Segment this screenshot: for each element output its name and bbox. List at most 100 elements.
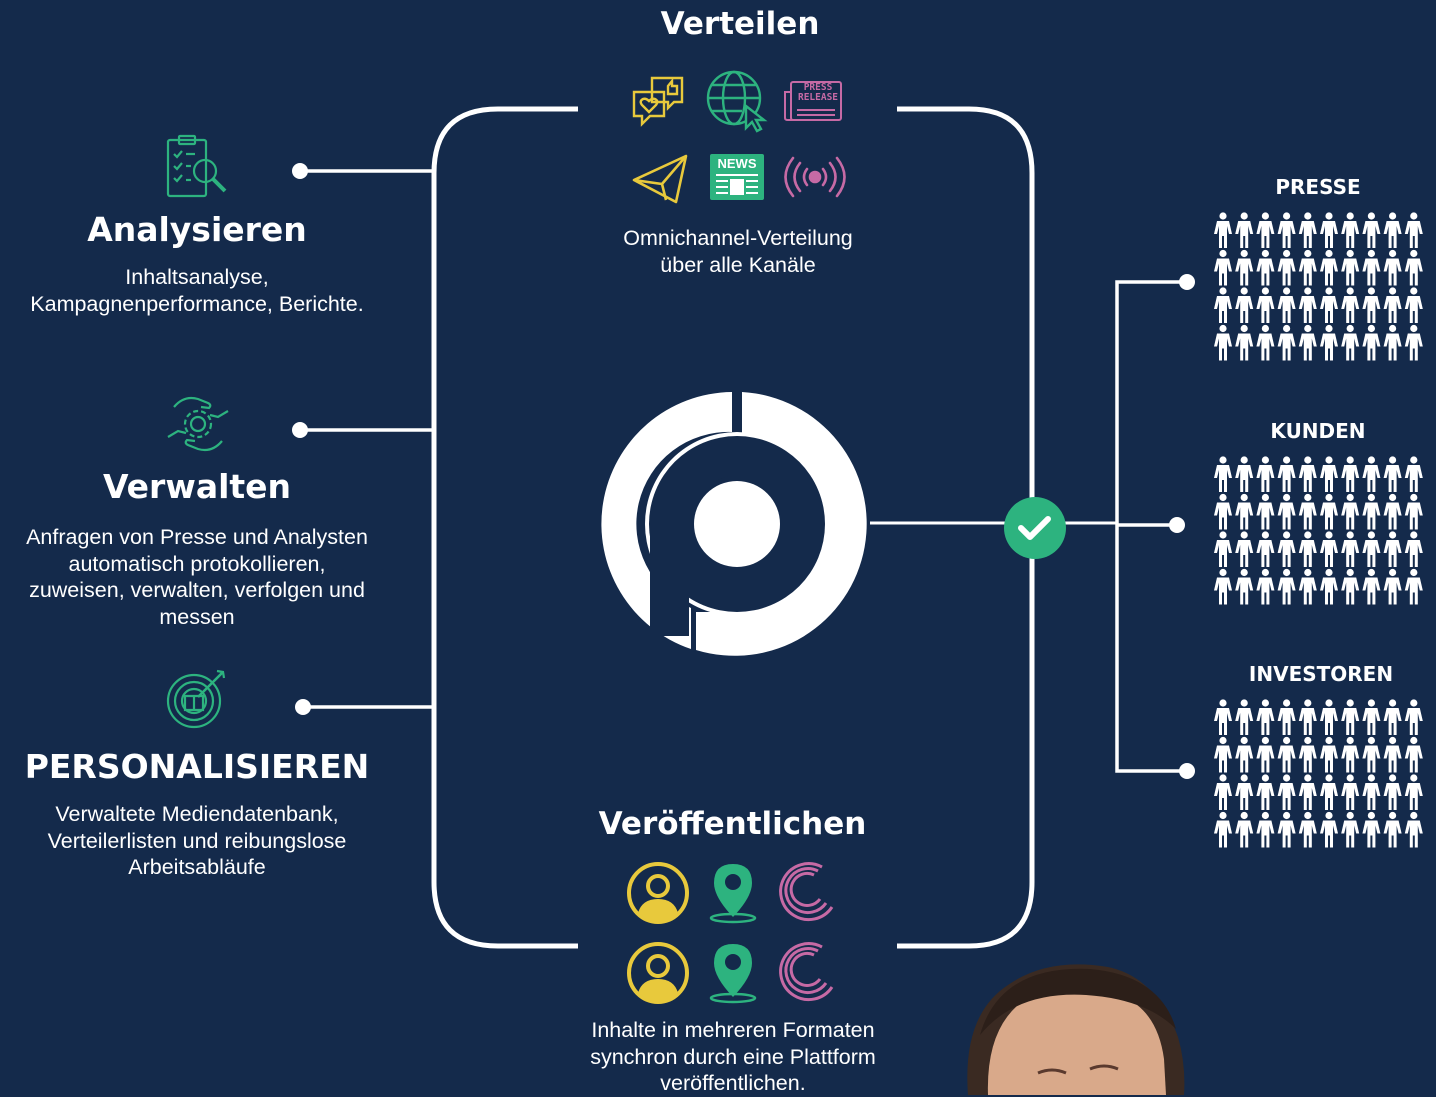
person-figure-icon — [1320, 811, 1338, 848]
audience-label-kunden: KUNDEN — [1270, 419, 1366, 443]
person-figure-icon — [1256, 531, 1275, 567]
person-figure-icon — [1256, 774, 1275, 810]
description-line: automatisch protokollieren, — [68, 551, 326, 576]
person-figure-icon — [1404, 736, 1423, 773]
person-figure-icon — [1298, 699, 1317, 735]
person-figure-icon — [1383, 287, 1402, 323]
person-figure-icon — [1404, 249, 1423, 286]
person-figure-icon — [1256, 324, 1275, 361]
person-figure-icon — [1404, 493, 1423, 530]
people-crowd — [1213, 212, 1425, 362]
audience-label-presse: PRESSE — [1275, 175, 1361, 199]
person-figure-icon — [1362, 531, 1381, 567]
person-figure-icon — [1404, 324, 1423, 361]
person-figure-icon — [1383, 531, 1402, 567]
person-figure-icon — [1256, 811, 1275, 848]
person-figure-icon — [1341, 811, 1360, 848]
person-figure-icon — [1362, 324, 1381, 361]
description-line: zuweisen, verwalten, verfolgen und — [29, 578, 365, 602]
description-line: über alle Kanäle — [660, 252, 816, 277]
person-figure-icon — [1341, 456, 1360, 492]
person-figure-icon — [1256, 456, 1275, 492]
person-figure-icon — [1277, 531, 1296, 567]
person-figure-icon — [1383, 249, 1402, 286]
description-line: Arbeitsabläufe — [128, 855, 266, 879]
verteilen-title: Verteilen — [660, 6, 820, 42]
person-figure-icon — [1341, 699, 1360, 735]
person-figure-icon — [1341, 531, 1360, 567]
person-figure-icon — [1214, 811, 1232, 848]
person-figure-icon — [1298, 456, 1317, 492]
person-figure-icon — [1214, 531, 1232, 567]
person-figure-icon — [1256, 249, 1275, 286]
person-figure-icon — [1383, 774, 1402, 810]
person-figure-icon — [1214, 774, 1232, 810]
person-figure-icon — [1256, 699, 1275, 735]
news-label: NEWS — [717, 156, 757, 171]
person-figure-icon — [1341, 493, 1360, 530]
person-figure-icon — [1298, 324, 1317, 361]
person-figure-icon — [1298, 736, 1317, 773]
person-figure-icon — [1362, 456, 1381, 492]
person-figure-icon — [1383, 456, 1402, 492]
person-figure-icon — [1214, 736, 1232, 773]
person-figure-icon — [1404, 699, 1423, 735]
verteilen-description: Omnichannel-Verteilung über alle Kanäle — [583, 225, 893, 278]
person-figure-icon — [1235, 774, 1254, 810]
chat-heart-icon — [632, 76, 684, 127]
person-figure-icon — [1404, 456, 1423, 492]
description-line: veröffentlichen. — [660, 1071, 806, 1095]
person-figure-icon — [1235, 249, 1254, 286]
person-figure-icon — [1320, 324, 1338, 361]
person-figure-icon — [1214, 249, 1232, 286]
people-crowd — [1213, 456, 1425, 606]
person-figure-icon — [1341, 287, 1360, 323]
person-figure-icon — [1277, 774, 1296, 810]
description-line: Omnichannel-Verteilung — [623, 226, 853, 250]
person-figure-icon — [1362, 811, 1381, 848]
description-line: Verwaltete Mediendatenbank, — [55, 802, 339, 826]
person-figure-icon — [1256, 212, 1275, 248]
location-pin-icon — [709, 864, 757, 924]
person-figure-icon — [1298, 774, 1317, 810]
person-figure-icon — [1235, 212, 1254, 248]
person-figure-icon — [1256, 736, 1275, 773]
person-figure-icon — [1404, 212, 1423, 248]
target-book-icon — [166, 669, 226, 729]
person-figure-icon — [1277, 287, 1296, 323]
description-line: Inhaltsanalyse, — [125, 265, 269, 289]
people-grid — [1214, 212, 1423, 361]
description-line: Anfragen von Presse und Analysten — [26, 525, 368, 549]
person-figure-icon — [1362, 212, 1381, 248]
person-figure-icon — [1235, 531, 1254, 567]
person-figure-icon — [1277, 456, 1296, 492]
person-figure-icon — [1298, 249, 1317, 286]
person-figure-icon — [1341, 324, 1360, 361]
person-figure-icon — [1235, 736, 1254, 773]
user-circle-icon — [627, 862, 689, 924]
person-figure-icon — [1277, 212, 1296, 248]
person-figure-icon — [1235, 456, 1254, 492]
person-figure-icon — [1320, 568, 1338, 605]
person-figure-icon — [1214, 568, 1232, 605]
analysieren-description: Inhaltsanalyse, Kampagnenperformance, Be… — [0, 264, 394, 317]
person-figure-icon — [1235, 568, 1254, 605]
person-figure-icon — [1235, 811, 1254, 848]
description-line: messen — [159, 604, 235, 629]
person-figure-icon — [1362, 736, 1381, 773]
person-figure-icon — [1341, 568, 1360, 605]
crescent-icon — [779, 942, 834, 1002]
person-figure-icon — [1383, 699, 1402, 735]
person-figure-icon — [1362, 493, 1381, 530]
person-figure-icon — [1298, 568, 1317, 605]
person-figure-icon — [1214, 324, 1232, 361]
globe-cursor-icon — [706, 70, 768, 133]
verwalten-title: Verwalten — [102, 467, 292, 506]
p-logo — [601, 392, 867, 656]
person-figure-icon — [1214, 456, 1232, 492]
verwalten-description: Anfragen von Presse und Analysten automa… — [0, 524, 394, 630]
person-figure-icon — [1320, 531, 1338, 567]
person-figure-icon — [1341, 212, 1360, 248]
people-grid — [1214, 699, 1423, 848]
person-figure-icon — [1214, 287, 1232, 323]
